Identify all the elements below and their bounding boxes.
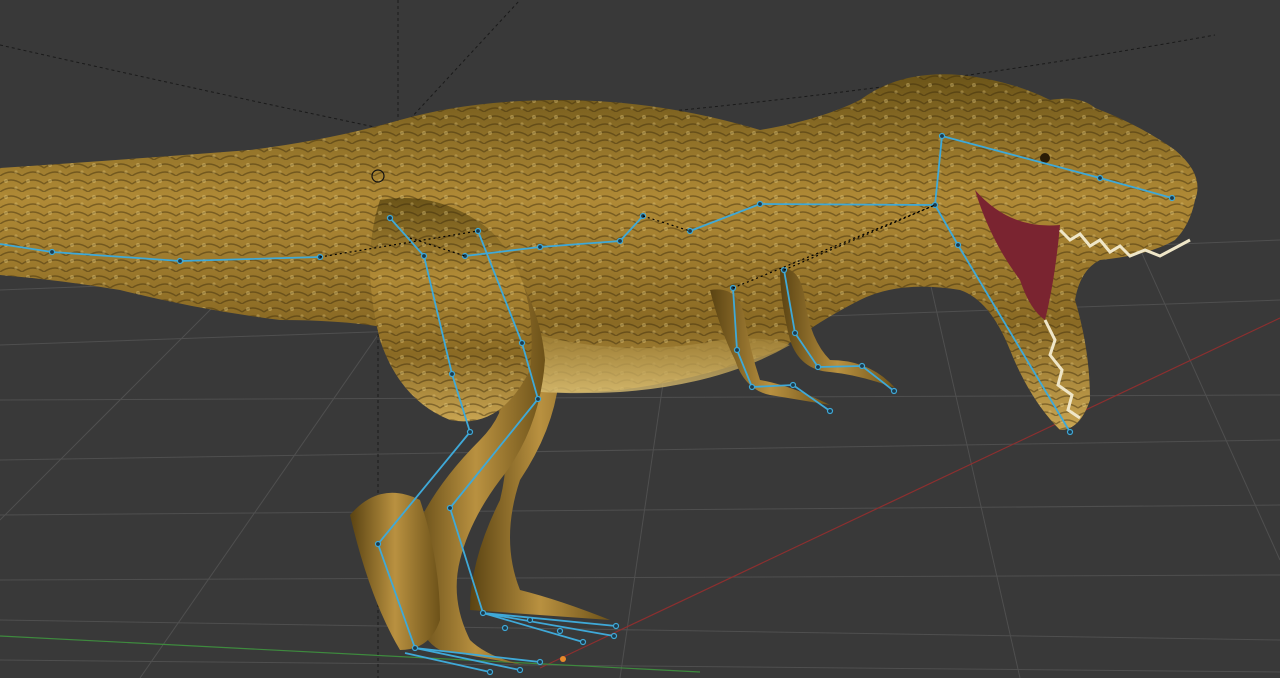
trex-eye xyxy=(1040,153,1050,163)
3d-viewport[interactable] xyxy=(0,0,1280,678)
object-origin-icon[interactable] xyxy=(560,656,566,662)
viewport-canvas[interactable] xyxy=(0,0,1280,678)
